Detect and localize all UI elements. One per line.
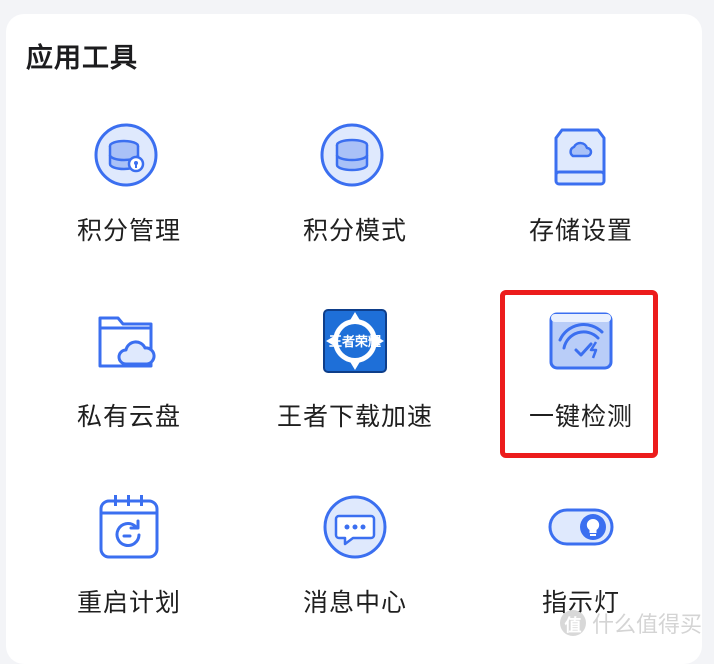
tool-message-center[interactable]: 消息中心 <box>242 472 468 642</box>
tool-game-download-accel[interactable]: 王者荣耀 王者下载加速 <box>242 286 468 456</box>
svg-text:王者荣耀: 王者荣耀 <box>329 334 381 350</box>
highlight-box <box>500 290 658 458</box>
reboot-schedule-icon <box>99 495 159 559</box>
tool-reboot-schedule[interactable]: 重启计划 <box>16 472 242 642</box>
watermark: 值 什么值得买 <box>559 607 702 639</box>
points-mode-icon <box>320 123 384 187</box>
tool-storage-settings[interactable]: 存储设置 <box>468 100 694 270</box>
message-center-icon <box>323 495 387 559</box>
storage-settings-icon <box>554 128 606 186</box>
watermark-logo-icon: 值 <box>559 610 586 636</box>
points-management-icon <box>94 123 158 187</box>
tool-points-management[interactable]: 积分管理 <box>16 100 242 270</box>
tool-label: 存储设置 <box>528 216 633 245</box>
tool-label: 消息中心 <box>302 588 407 617</box>
indicator-light-icon <box>548 508 614 546</box>
tool-label: 积分管理 <box>76 216 181 245</box>
watermark-text: 什么值得买 <box>591 613 702 638</box>
tool-label: 王者下载加速 <box>276 402 433 431</box>
private-cloud-drive-icon <box>98 316 156 368</box>
tool-label: 积分模式 <box>302 216 407 245</box>
tool-label: 重启计划 <box>76 588 181 617</box>
game-download-accel-icon: 王者荣耀 <box>323 309 387 373</box>
tool-label: 私有云盘 <box>76 402 181 431</box>
tool-points-mode[interactable]: 积分模式 <box>242 100 468 270</box>
section-title: 应用工具 <box>26 43 138 74</box>
tool-private-cloud-drive[interactable]: 私有云盘 <box>16 286 242 456</box>
